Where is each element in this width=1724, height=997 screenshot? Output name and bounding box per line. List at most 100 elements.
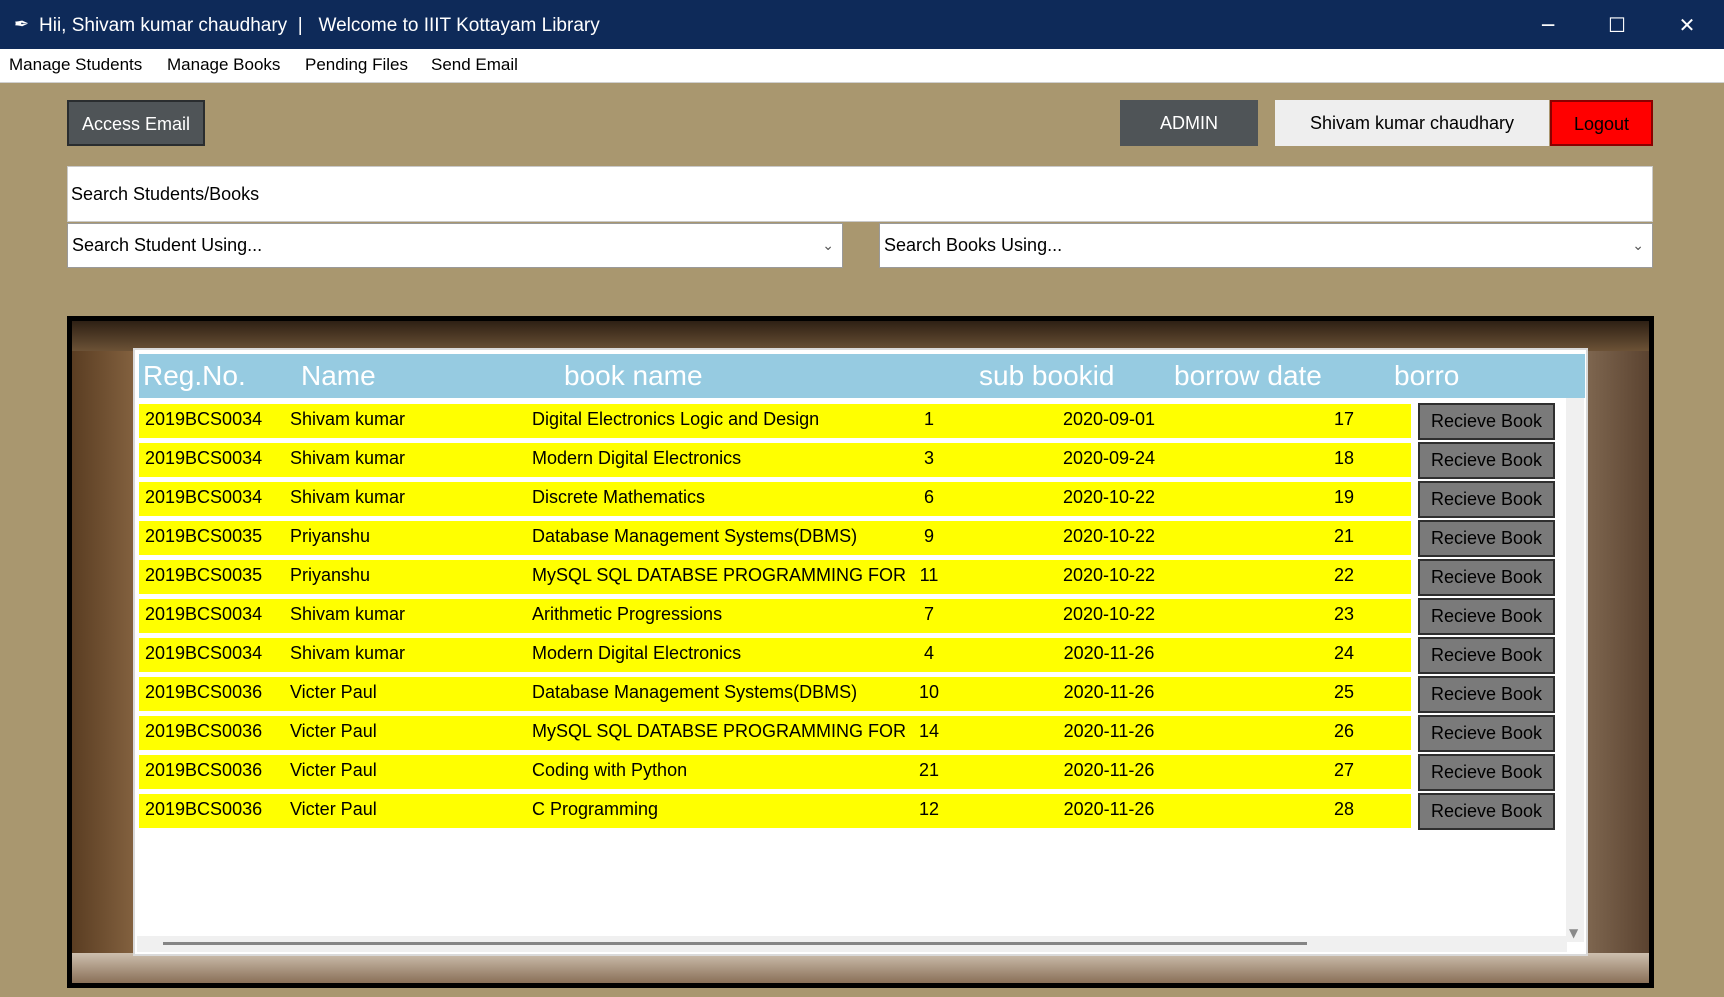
recieve-book-button[interactable]: Recieve Book: [1418, 442, 1555, 479]
recieve-book-button[interactable]: Recieve Book: [1418, 403, 1555, 440]
recieve-book-button[interactable]: Recieve Book: [1418, 637, 1555, 674]
table-row[interactable]: 2019BCS0036 Victer Paul C Programming 12 202…: [139, 792, 1555, 831]
cell-name: Shivam kumar: [290, 448, 406, 468]
header-book-name[interactable]: book name: [564, 360, 703, 392]
row-cells[interactable]: 2019BCS0034 Shivam kumar Digital Electroni…: [139, 404, 1411, 438]
table-row[interactable]: 2019BCS0036 Victer Paul MySQL SQL DATABSE …: [139, 714, 1555, 753]
horizontal-scrollbar[interactable]: [137, 936, 1567, 952]
cell-sub-bookid: 11: [919, 565, 939, 585]
recieve-book-button[interactable]: Recieve Book: [1418, 715, 1555, 752]
window-title: Hii, Shivam kumar chaudhary | Welcome to…: [39, 15, 600, 36]
cell-regno: 2019BCS0035: [145, 565, 263, 585]
menu-manage-students[interactable]: Manage Students: [9, 55, 142, 75]
cell-borrow-id: 23: [1333, 604, 1355, 624]
chevron-down-icon[interactable]: ⌄: [822, 224, 834, 267]
cell-regno: 2019BCS0034: [145, 487, 263, 507]
cell-name: Priyanshu: [290, 565, 371, 585]
cell-regno: 2019BCS0035: [145, 526, 263, 546]
menu-manage-books[interactable]: Manage Books: [167, 55, 280, 75]
table-row[interactable]: 2019BCS0034 Shivam kumar Arithmetic Progre…: [139, 597, 1555, 636]
menu-send-email[interactable]: Send Email: [431, 55, 518, 75]
cell-sub-bookid: 9: [923, 526, 934, 546]
maximize-button[interactable]: ☐: [1594, 8, 1640, 42]
search-books-combobox[interactable]: Search Books Using... ⌄: [879, 223, 1653, 268]
table-row[interactable]: 2019BCS0036 Victer Paul Coding with Python…: [139, 753, 1555, 792]
table-header: Reg.No. Name book name sub bookid borrow…: [139, 354, 1585, 398]
cell-borrow-id: 22: [1333, 565, 1355, 585]
cell-borrow-id: 27: [1333, 760, 1355, 780]
user-name-button[interactable]: Shivam kumar chaudhary: [1275, 100, 1549, 146]
search-input[interactable]: Search Students/Books: [67, 166, 1653, 222]
cell-regno: 2019BCS0034: [145, 643, 263, 663]
cell-name: Victer Paul: [290, 721, 377, 741]
cell-borrow-id: 24: [1333, 643, 1355, 663]
table-row[interactable]: 2019BCS0035 Priyanshu Database Management …: [139, 519, 1555, 558]
cell-regno: 2019BCS0034: [145, 409, 263, 429]
row-cells[interactable]: 2019BCS0036 Victer Paul MySQL SQL DATABSE …: [139, 716, 1411, 750]
search-student-combobox[interactable]: Search Student Using... ⌄: [67, 223, 843, 268]
cell-name: Victer Paul: [290, 799, 377, 819]
cell-sub-bookid: 10: [918, 682, 940, 702]
row-cells[interactable]: 2019BCS0034 Shivam kumar Arithmetic Progre…: [139, 599, 1411, 633]
horizontal-scroll-thumb[interactable]: [163, 942, 1307, 945]
logout-button[interactable]: Logout: [1550, 100, 1653, 146]
chevron-down-icon[interactable]: ⌄: [1632, 224, 1644, 267]
cell-book-name: Modern Digital Electronics: [532, 643, 742, 663]
cell-sub-bookid: 4: [923, 643, 934, 663]
cell-book-name: MySQL SQL DATABSE PROGRAMMING FOR BEʁ: [532, 721, 908, 741]
cell-regno: 2019BCS0034: [145, 448, 263, 468]
row-cells[interactable]: 2019BCS0034 Shivam kumar Discrete Mathemat…: [139, 482, 1411, 516]
header-borrow-id[interactable]: borro: [1394, 360, 1459, 392]
table-row[interactable]: 2019BCS0035 Priyanshu MySQL SQL DATABSE PR…: [139, 558, 1555, 597]
cell-book-name: Database Management Systems(DBMS): [532, 526, 858, 546]
cell-name: Shivam kumar: [290, 604, 406, 624]
header-borrow-date[interactable]: borrow date: [1174, 360, 1322, 392]
cell-borrow-id: 26: [1333, 721, 1355, 741]
table-row[interactable]: 2019BCS0034 Shivam kumar Discrete Mathemat…: [139, 480, 1555, 519]
vertical-scrollbar[interactable]: ▼: [1566, 398, 1584, 942]
cell-borrow-id: 18: [1333, 448, 1355, 468]
cell-borrow-id: 28: [1333, 799, 1355, 819]
recieve-book-button[interactable]: Recieve Book: [1418, 520, 1555, 557]
table-row[interactable]: 2019BCS0036 Victer Paul Database Managemen…: [139, 675, 1555, 714]
cell-book-name: C Programming: [532, 799, 659, 819]
recieve-book-button[interactable]: Recieve Book: [1418, 754, 1555, 791]
cell-book-name: Coding with Python: [532, 760, 688, 780]
recieve-book-button[interactable]: Recieve Book: [1418, 793, 1555, 830]
row-cells[interactable]: 2019BCS0035 Priyanshu MySQL SQL DATABSE PR…: [139, 560, 1411, 594]
cell-borrow-date: 2020-11-26: [1063, 682, 1155, 702]
cell-borrow-id: 17: [1333, 409, 1355, 429]
row-cells[interactable]: 2019BCS0035 Priyanshu Database Management …: [139, 521, 1411, 555]
scroll-down-arrow-icon[interactable]: ▼: [1569, 926, 1578, 940]
table-row[interactable]: 2019BCS0034 Shivam kumar Modern Digital El…: [139, 441, 1555, 480]
header-regno[interactable]: Reg.No.: [143, 360, 246, 392]
header-name[interactable]: Name: [301, 360, 376, 392]
recieve-book-button[interactable]: Recieve Book: [1418, 481, 1555, 518]
cell-borrow-id: 25: [1333, 682, 1355, 702]
cell-book-name: Digital Electronics Logic and Design: [532, 409, 820, 429]
row-cells[interactable]: 2019BCS0034 Shivam kumar Modern Digital El…: [139, 638, 1411, 672]
row-cells[interactable]: 2019BCS0036 Victer Paul Coding with Python…: [139, 755, 1411, 789]
cell-name: Shivam kumar: [290, 643, 406, 663]
role-badge[interactable]: ADMIN: [1120, 100, 1258, 146]
menu-pending-files[interactable]: Pending Files: [305, 55, 408, 75]
recieve-book-button[interactable]: Recieve Book: [1418, 559, 1555, 596]
recieve-book-button[interactable]: Recieve Book: [1418, 598, 1555, 635]
minimize-button[interactable]: ─: [1525, 8, 1571, 42]
cell-sub-bookid: 12: [918, 799, 940, 819]
search-books-value: Search Books Using...: [884, 235, 1063, 255]
row-cells[interactable]: 2019BCS0034 Shivam kumar Modern Digital El…: [139, 443, 1411, 477]
header-sub-bookid[interactable]: sub bookid: [979, 360, 1114, 392]
menu-bar: Manage Students Manage Books Pending Fil…: [0, 49, 1724, 83]
recieve-book-button[interactable]: Recieve Book: [1418, 676, 1555, 713]
pending-books-table[interactable]: Reg.No. Name book name sub bookid borrow…: [133, 348, 1588, 956]
table-row[interactable]: 2019BCS0034 Shivam kumar Modern Digital El…: [139, 636, 1555, 675]
table-row[interactable]: 2019BCS0034 Shivam kumar Digital Electroni…: [139, 402, 1555, 441]
access-email-button[interactable]: Access Email: [67, 100, 205, 146]
book-decoration: [72, 953, 1649, 983]
cell-name: Shivam kumar: [290, 409, 406, 429]
cell-name: Shivam kumar: [290, 487, 406, 507]
row-cells[interactable]: 2019BCS0036 Victer Paul C Programming 12 202…: [139, 794, 1411, 828]
row-cells[interactable]: 2019BCS0036 Victer Paul Database Managemen…: [139, 677, 1411, 711]
close-button[interactable]: ✕: [1664, 8, 1710, 42]
